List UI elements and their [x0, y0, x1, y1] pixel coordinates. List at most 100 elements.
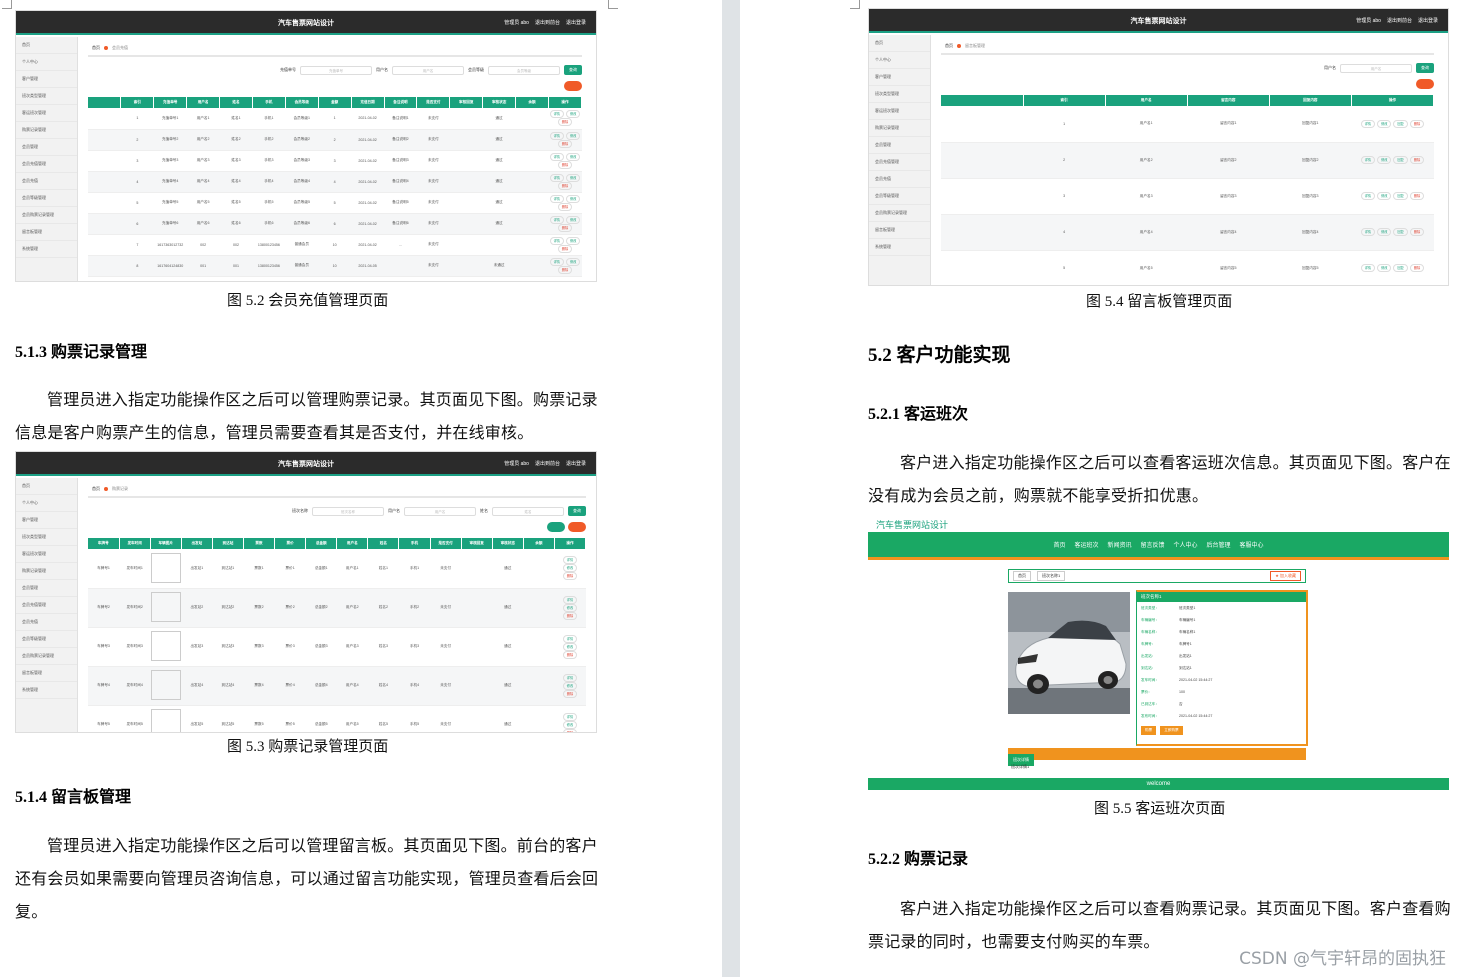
row-action-button[interactable]: 修改 [565, 215, 581, 224]
row-action-button[interactable]: 修改 [565, 194, 581, 203]
sidebar-item[interactable]: 系统管理 [16, 682, 77, 699]
nav-item[interactable]: 后台管理 [1207, 540, 1231, 549]
sidebar-item[interactable]: 留言板管理 [16, 224, 77, 241]
sidebar-item[interactable]: 会员等级管理 [16, 631, 77, 648]
nav-item[interactable]: 客运班次 [1074, 540, 1098, 549]
row-action-button[interactable]: 修改 [565, 257, 581, 266]
sidebar-item[interactable]: 班次类型管理 [16, 529, 77, 546]
row-action-button[interactable]: 修改 [565, 110, 581, 119]
row-action-button[interactable]: 详情 [549, 194, 564, 203]
sidebar-item[interactable]: 会员购票记录管理 [16, 207, 77, 224]
table-row[interactable]: 3 用户名3 留言内容3 回复内容3 详情 修改 回复 删除 [941, 178, 1434, 215]
sidebar-item[interactable]: 客户管理 [16, 512, 77, 529]
row-action-button[interactable]: 详情 [562, 595, 578, 604]
breadcrumb-home[interactable]: 首页 [945, 43, 953, 48]
sidebar-item[interactable]: 会员充值管理 [16, 597, 77, 614]
row-action-button[interactable]: 修改 [562, 642, 578, 651]
search-input[interactable]: 班次名称 [312, 506, 384, 516]
row-action-button[interactable]: 删除 [557, 265, 573, 274]
header-link[interactable]: 退出到前台 [535, 460, 560, 467]
sidebar-item[interactable]: 系统管理 [869, 239, 930, 256]
sidebar-item[interactable]: 客运班次管理 [16, 105, 77, 122]
table-row[interactable]: 车牌号1 发车时间1 出发站1 到达站1 票数1 票价1 总金额1 用户名1 姓名1 手机1 未支付… [88, 549, 586, 589]
row-action-button[interactable]: 回复 [1393, 264, 1408, 272]
table-row[interactable]: 车牌号3 发车时间3 出发站3 到达站3 票数3 票价3 总金额3 用户名3 姓名3 手机3 未支付… [88, 627, 586, 667]
sidebar-item[interactable]: 会员管理 [16, 139, 77, 156]
sidebar-item[interactable]: 首页 [16, 478, 77, 495]
sidebar-item[interactable]: 会员充值 [16, 614, 77, 631]
sidebar-item[interactable]: 系统管理 [16, 241, 77, 258]
nav-item[interactable]: 个人中心 [1174, 540, 1198, 549]
sidebar-item[interactable]: 购票记录管理 [869, 120, 930, 137]
row-action-button[interactable]: 详情 [549, 173, 564, 182]
header-link[interactable]: 管理员 abo [504, 19, 529, 26]
sidebar-item[interactable]: 会员购票记录管理 [16, 648, 77, 665]
nav-item[interactable]: 留言反馈 [1140, 540, 1164, 549]
header-link[interactable]: 管理员 abo [1356, 17, 1381, 24]
sidebar-item[interactable]: 会员管理 [869, 137, 930, 154]
row-action-button[interactable]: 详情 [549, 152, 564, 161]
sidebar-item[interactable]: 购票记录管理 [16, 563, 77, 580]
search-input[interactable]: 姓名 [492, 506, 564, 516]
row-action-button[interactable]: 修改 [1377, 119, 1392, 128]
breadcrumb-item[interactable]: 首页 [1013, 571, 1031, 581]
row-action-button[interactable]: 删除 [1409, 156, 1425, 164]
delete-button[interactable] [564, 81, 582, 91]
sidebar-item[interactable]: 客户管理 [869, 69, 930, 86]
row-action-button[interactable]: 删除 [557, 160, 573, 169]
buy-button[interactable]: 立即购票 [1160, 726, 1183, 735]
row-action-button[interactable]: 回复 [1393, 192, 1408, 200]
sidebar-item[interactable]: 会员充值管理 [869, 154, 930, 171]
sidebar-item[interactable]: 会员购票记录管理 [869, 205, 930, 222]
row-action-button[interactable]: 删除 [562, 572, 578, 581]
row-action-button[interactable]: 删除 [1409, 119, 1425, 128]
table-row[interactable]: 3 充值单号3 用户名3 姓名3 手机3 会员等级3 3 2021-04-02 备注说明3 未支付… [88, 150, 582, 172]
sidebar-item[interactable]: 购票记录管理 [16, 122, 77, 139]
table-row[interactable]: 8 1617604124830 001 001 13800123456 普通会员 10 202… [88, 255, 582, 277]
sidebar-item[interactable]: 个人中心 [16, 54, 77, 71]
delete-button[interactable] [568, 522, 586, 532]
search-button[interactable]: 查询 [564, 65, 582, 75]
row-action-button[interactable]: 详情 [549, 215, 564, 224]
search-input[interactable]: 用户名 [404, 506, 476, 516]
row-action-button[interactable]: 删除 [562, 689, 578, 698]
table-row[interactable]: 4 充值单号4 用户名4 姓名4 手机4 会员等级4 4 2021-04-02 备注说明4 未支付… [88, 171, 582, 193]
row-action-button[interactable]: 删除 [557, 139, 573, 148]
sidebar-item[interactable]: 留言板管理 [16, 665, 77, 682]
row-action-button[interactable]: 详情 [549, 236, 564, 245]
row-action-button[interactable]: 详情 [549, 131, 564, 140]
row-action-button[interactable]: 详情 [1360, 228, 1376, 236]
sidebar-item[interactable]: 会员等级管理 [16, 190, 77, 207]
search-input[interactable]: 用户名 [392, 65, 464, 75]
sidebar-item[interactable]: 首页 [869, 35, 930, 52]
header-link[interactable]: 退出到前台 [1387, 17, 1412, 24]
row-action-button[interactable]: 删除 [1409, 228, 1425, 236]
search-input[interactable]: 充值单号 [300, 65, 372, 75]
row-action-button[interactable]: 修改 [565, 131, 581, 140]
sidebar-item[interactable]: 会员等级管理 [869, 188, 930, 205]
favorite-button[interactable]: ★ 加入收藏 [1270, 571, 1301, 581]
row-action-button[interactable]: 删除 [562, 728, 578, 732]
sidebar-item[interactable]: 留言板管理 [869, 222, 930, 239]
breadcrumb-home[interactable]: 首页 [92, 486, 100, 491]
header-link[interactable]: 退出登录 [1418, 17, 1438, 24]
row-action-button[interactable]: 修改 [1377, 264, 1392, 272]
row-action-button[interactable]: 详情 [562, 556, 578, 565]
row-action-button[interactable]: 修改 [562, 681, 578, 690]
row-action-button[interactable]: 回复 [1393, 156, 1408, 164]
breadcrumb-home[interactable]: 首页 [92, 45, 100, 50]
row-action-button[interactable]: 修改 [562, 564, 578, 573]
row-action-button[interactable]: 回复 [1393, 228, 1408, 236]
row-action-button[interactable]: 详情 [1360, 156, 1376, 164]
sidebar-item[interactable]: 会员充值 [869, 171, 930, 188]
row-action-button[interactable]: 详情 [562, 712, 578, 721]
row-action-button[interactable]: 详情 [1360, 264, 1376, 272]
table-row[interactable]: 1 充值单号1 用户名1 姓名1 手机1 会员等级1 1 2021-04-02 备注说明1 未支付… [88, 108, 582, 130]
row-action-button[interactable]: 删除 [1409, 264, 1425, 272]
row-action-button[interactable]: 详情 [562, 634, 578, 643]
sidebar-item[interactable]: 会员管理 [16, 580, 77, 597]
nav-item[interactable]: 客服中心 [1240, 540, 1264, 549]
row-action-button[interactable]: 详情 [562, 673, 578, 682]
row-action-button[interactable]: 修改 [562, 720, 578, 729]
table-row[interactable]: 7 1617363012732 002 002 13800123456 普通会员 10 202… [88, 234, 582, 256]
